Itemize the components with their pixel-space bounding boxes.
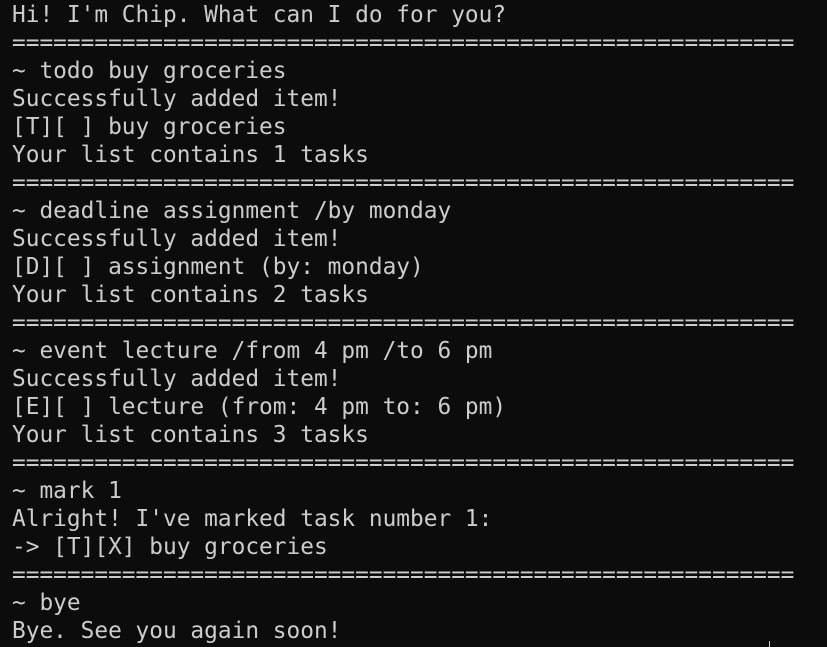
farewell-line: Bye. See you again soon!: [12, 618, 342, 644]
response-line: Successfully added item!: [12, 366, 342, 392]
terminal-output: Hi! I'm Chip. What can I do for you? ===…: [12, 0, 794, 644]
separator-line: ========================================…: [12, 450, 795, 476]
count-line: Your list contains 1 tasks: [12, 142, 369, 168]
task-line: [E][ ] lecture (from: 4 pm to: 6 pm): [12, 394, 507, 420]
terminal-window[interactable]: Hi! I'm Chip. What can I do for you? ===…: [0, 0, 827, 647]
command-line: ~ bye: [12, 590, 81, 616]
response-line: Alright! I've marked task number 1:: [12, 506, 493, 532]
command-line: ~ todo buy groceries: [12, 58, 287, 84]
command-line: ~ mark 1: [12, 478, 122, 504]
count-line: Your list contains 2 tasks: [12, 282, 369, 308]
task-line: [T][ ] buy groceries: [12, 114, 287, 140]
cursor-mark: [769, 641, 770, 647]
command-line: ~ deadline assignment /by monday: [12, 198, 452, 224]
response-line: Successfully added item!: [12, 86, 342, 112]
task-line: -> [T][X] buy groceries: [12, 534, 328, 560]
response-line: Successfully added item!: [12, 226, 342, 252]
separator-line: ========================================…: [12, 170, 795, 196]
separator-line: ========================================…: [12, 30, 795, 56]
task-line: [D][ ] assignment (by: monday): [12, 254, 424, 280]
command-line: ~ event lecture /from 4 pm /to 6 pm: [12, 338, 493, 364]
greeting-line: Hi! I'm Chip. What can I do for you?: [12, 2, 507, 28]
count-line: Your list contains 3 tasks: [12, 422, 369, 448]
separator-line: ========================================…: [12, 562, 795, 588]
separator-line: ========================================…: [12, 310, 795, 336]
